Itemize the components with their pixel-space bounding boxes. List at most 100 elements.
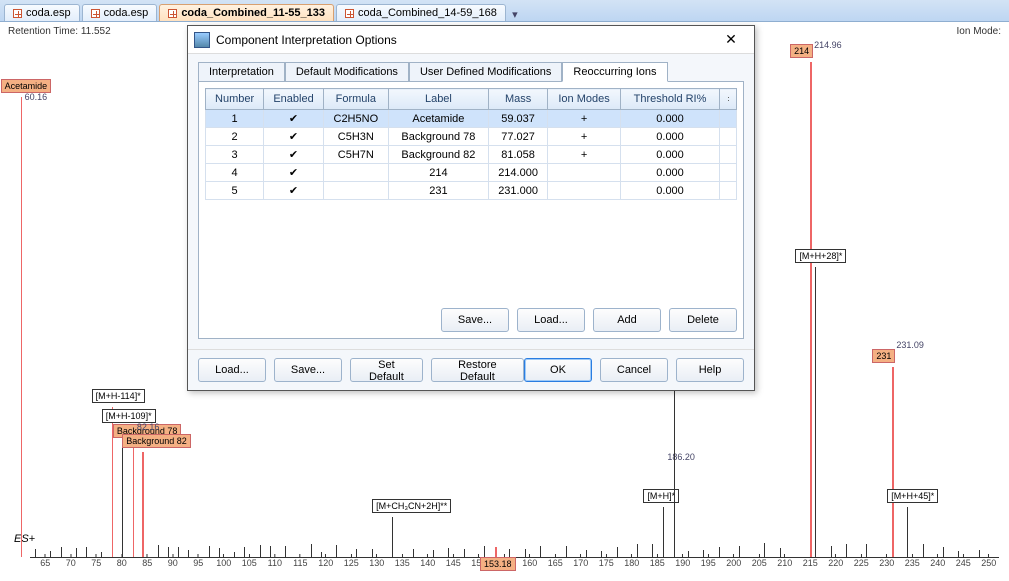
cell-formula[interactable] bbox=[323, 182, 388, 200]
peak-label[interactable]: 231 bbox=[872, 349, 895, 363]
peak-label[interactable]: 153.18 bbox=[480, 557, 516, 571]
cell-enabled[interactable]: ✔ bbox=[264, 146, 324, 164]
help-button[interactable]: Help bbox=[676, 358, 744, 382]
cell-formula[interactable] bbox=[323, 164, 388, 182]
peak-label[interactable]: Background 82 bbox=[122, 434, 191, 448]
cell-blank[interactable] bbox=[720, 128, 737, 146]
cell-blank[interactable] bbox=[720, 146, 737, 164]
file-tab-2[interactable]: coda_Combined_11-55_133 bbox=[159, 4, 334, 21]
ions-table[interactable]: NumberEnabledFormulaLabelMassIon ModesTh… bbox=[205, 88, 737, 200]
tab-user-defined-modifications[interactable]: User Defined Modifications bbox=[409, 62, 562, 82]
footer-save-button[interactable]: Save... bbox=[274, 358, 342, 382]
restore-default-button[interactable]: Restore Default bbox=[431, 358, 524, 382]
cell-blank[interactable] bbox=[720, 164, 737, 182]
dialog-titlebar[interactable]: Component Interpretation Options ✕ bbox=[188, 26, 754, 54]
peak[interactable] bbox=[392, 517, 393, 557]
table-row[interactable]: 5✔ 231231.000 0.000 bbox=[206, 182, 737, 200]
cell-number[interactable]: 2 bbox=[206, 128, 264, 146]
cell-enabled[interactable]: ✔ bbox=[264, 182, 324, 200]
tab-reoccurring-ions[interactable]: Reoccurring Ions bbox=[562, 62, 667, 82]
cell-number[interactable]: 5 bbox=[206, 182, 264, 200]
cell-label[interactable]: Acetamide bbox=[388, 110, 488, 128]
cell-threshold[interactable]: 0.000 bbox=[621, 110, 720, 128]
cell-mass[interactable]: 81.058 bbox=[489, 146, 548, 164]
table-row[interactable]: 3✔C5H7NBackground 8281.058+0.000 bbox=[206, 146, 737, 164]
cell-mass[interactable]: 77.027 bbox=[489, 128, 548, 146]
cell-number[interactable]: 1 bbox=[206, 110, 264, 128]
peak[interactable] bbox=[663, 507, 664, 557]
col-corner[interactable] bbox=[720, 89, 737, 110]
peak[interactable] bbox=[21, 97, 23, 557]
delete-button[interactable]: Delete bbox=[669, 308, 737, 332]
cell-mass[interactable]: 231.000 bbox=[489, 182, 548, 200]
cell-threshold[interactable]: 0.000 bbox=[621, 146, 720, 164]
peak-label[interactable]: [M+H-109]* bbox=[102, 409, 156, 423]
tab-interpretation[interactable]: Interpretation bbox=[198, 62, 285, 82]
col-label[interactable]: Label bbox=[388, 89, 488, 110]
x-tick: 95 bbox=[193, 554, 203, 568]
peak-label[interactable]: [M+CH₃CN+2H]** bbox=[372, 499, 451, 513]
tab-default-modifications[interactable]: Default Modifications bbox=[285, 62, 409, 82]
cell-ion-modes[interactable]: + bbox=[548, 128, 621, 146]
cell-mass[interactable]: 214.000 bbox=[489, 164, 548, 182]
peak[interactable] bbox=[495, 547, 497, 557]
cell-label[interactable]: Background 82 bbox=[388, 146, 488, 164]
cell-enabled[interactable]: ✔ bbox=[264, 164, 324, 182]
cell-blank[interactable] bbox=[720, 182, 737, 200]
peak[interactable] bbox=[142, 452, 144, 557]
cell-ion-modes[interactable]: + bbox=[548, 146, 621, 164]
set-default-button[interactable]: Set Default bbox=[350, 358, 423, 382]
cell-formula[interactable]: C5H3N bbox=[323, 128, 388, 146]
close-icon[interactable]: ✕ bbox=[714, 30, 748, 50]
pane-save-button[interactable]: Save... bbox=[441, 308, 509, 332]
cell-number[interactable]: 4 bbox=[206, 164, 264, 182]
noise-peak bbox=[586, 550, 587, 557]
add-button[interactable]: Add bbox=[593, 308, 661, 332]
table-row[interactable]: 1✔C2H5NOAcetamide59.037+0.000 bbox=[206, 110, 737, 128]
table-row[interactable]: 2✔C5H3NBackground 7877.027+0.000 bbox=[206, 128, 737, 146]
tab-dropdown-icon[interactable]: ▾ bbox=[508, 8, 522, 21]
peak[interactable] bbox=[907, 507, 908, 557]
cell-ion-modes[interactable] bbox=[548, 164, 621, 182]
peak[interactable] bbox=[810, 62, 812, 557]
peak-label[interactable]: [M+H+45]* bbox=[887, 489, 938, 503]
noise-peak bbox=[61, 547, 62, 557]
file-tab-3[interactable]: coda_Combined_14-59_168 bbox=[336, 4, 506, 21]
cell-formula[interactable]: C2H5NO bbox=[323, 110, 388, 128]
col-ion-modes[interactable]: Ion Modes bbox=[548, 89, 621, 110]
col-mass[interactable]: Mass bbox=[489, 89, 548, 110]
cell-label[interactable]: Background 78 bbox=[388, 128, 488, 146]
col-threshold-ri-[interactable]: Threshold RI% bbox=[621, 89, 720, 110]
peak-label[interactable]: Acetamide bbox=[1, 79, 52, 93]
col-enabled[interactable]: Enabled bbox=[264, 89, 324, 110]
peak-label[interactable]: [M+H-114]* bbox=[92, 389, 145, 403]
cell-label[interactable]: 214 bbox=[388, 164, 488, 182]
peak-label[interactable]: 214 bbox=[790, 44, 813, 58]
cell-threshold[interactable]: 0.000 bbox=[621, 182, 720, 200]
cell-ion-modes[interactable]: + bbox=[548, 110, 621, 128]
cell-number[interactable]: 3 bbox=[206, 146, 264, 164]
noise-peak bbox=[178, 547, 179, 557]
cell-ion-modes[interactable] bbox=[548, 182, 621, 200]
peak[interactable] bbox=[133, 442, 135, 557]
col-number[interactable]: Number bbox=[206, 89, 264, 110]
cell-enabled[interactable]: ✔ bbox=[264, 110, 324, 128]
footer-load-button[interactable]: Load... bbox=[198, 358, 266, 382]
cancel-button[interactable]: Cancel bbox=[600, 358, 668, 382]
cell-mass[interactable]: 59.037 bbox=[489, 110, 548, 128]
cell-threshold[interactable]: 0.000 bbox=[621, 164, 720, 182]
cell-formula[interactable]: C5H7N bbox=[323, 146, 388, 164]
cell-label[interactable]: 231 bbox=[388, 182, 488, 200]
col-formula[interactable]: Formula bbox=[323, 89, 388, 110]
file-tab-0[interactable]: coda.esp bbox=[4, 4, 80, 21]
table-row[interactable]: 4✔ 214214.000 0.000 bbox=[206, 164, 737, 182]
peak[interactable] bbox=[892, 367, 894, 557]
peak[interactable] bbox=[815, 267, 816, 557]
cell-threshold[interactable]: 0.000 bbox=[621, 128, 720, 146]
cell-enabled[interactable]: ✔ bbox=[264, 128, 324, 146]
file-tab-1[interactable]: coda.esp bbox=[82, 4, 158, 21]
cell-blank[interactable] bbox=[720, 110, 737, 128]
peak-label[interactable]: [M+H+28]* bbox=[795, 249, 846, 263]
ok-button[interactable]: OK bbox=[524, 358, 592, 382]
pane-load-button[interactable]: Load... bbox=[517, 308, 585, 332]
